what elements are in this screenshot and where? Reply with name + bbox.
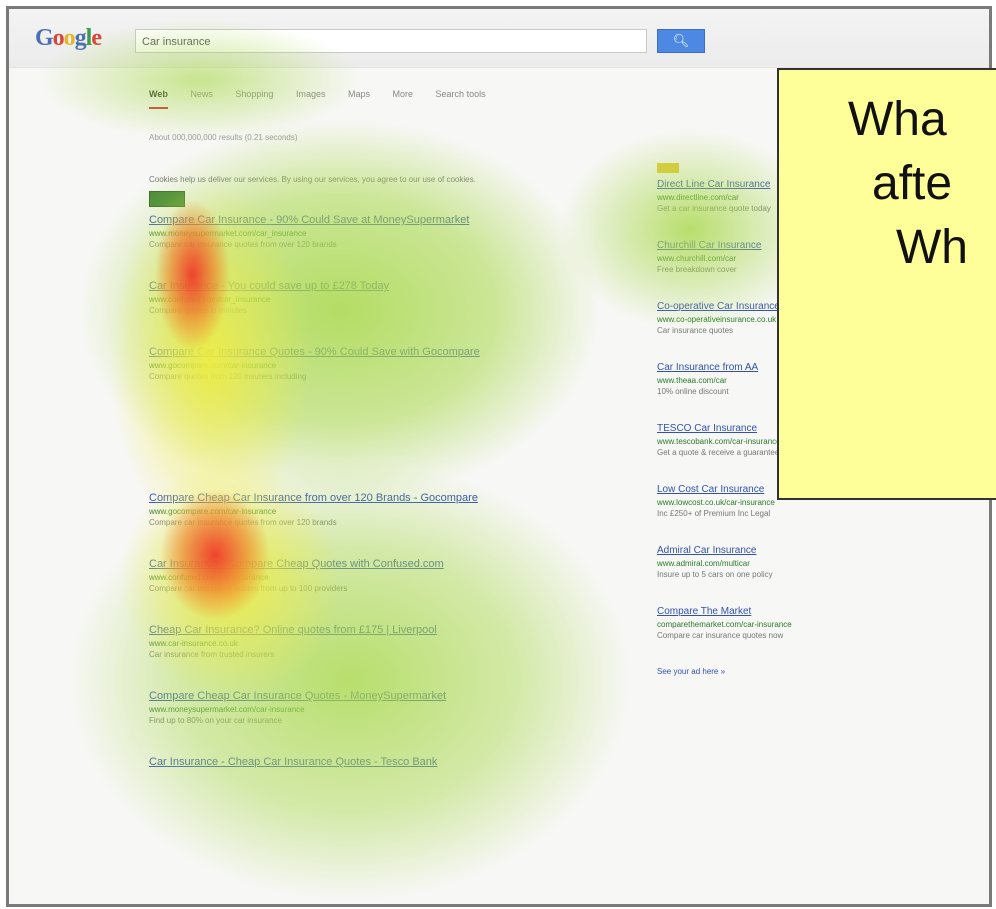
- magnifier-icon: 🔍︎: [672, 33, 690, 48]
- result-snippet: Car insurance from trusted insurers: [149, 650, 275, 659]
- result-title-link[interactable]: Car Insurance - Compare Cheap Quotes wit…: [149, 558, 599, 570]
- result-url: www.gocompare.com/car-insurance: [149, 507, 277, 516]
- callout-line: Wh: [896, 221, 968, 274]
- search-input[interactable]: Car insurance: [135, 29, 647, 53]
- result-snippet: Compare car insurance quotes from over 1…: [149, 518, 337, 527]
- result-snippet: Compare car insurance quotes from up to …: [149, 584, 348, 593]
- result-url: www.gocompare.com/car-insurance: [149, 361, 277, 370]
- logo-letter: e: [91, 25, 102, 51]
- tab-images[interactable]: Images: [296, 89, 326, 99]
- result-item: Car Insurance - Cheap Car Insurance Quot…: [149, 756, 599, 768]
- ad-item: Compare The Market comparethemarket.com/…: [657, 606, 857, 641]
- result-title-link[interactable]: Compare Car Insurance - 90% Could Save a…: [149, 214, 599, 226]
- result-item: Car Insurance - You could save up to £27…: [149, 280, 599, 316]
- logo-letter: g: [74, 25, 87, 51]
- ads-badge: [657, 163, 679, 173]
- result-item: Compare Cheap Car Insurance from over 12…: [149, 492, 599, 528]
- result-url: www.confused.com/car_insurance: [149, 295, 271, 304]
- ad-title-link[interactable]: Compare The Market: [657, 606, 857, 617]
- result-item: Car Insurance - Compare Cheap Quotes wit…: [149, 558, 599, 594]
- result-stats: About 000,000,000 results (0.21 seconds): [149, 133, 298, 142]
- more-ads-link[interactable]: See your ad here »: [657, 667, 857, 676]
- result-title-link[interactable]: Compare Cheap Car Insurance from over 12…: [149, 492, 599, 504]
- ad-snippet: Compare car insurance quotes now: [657, 631, 784, 640]
- result-item: Compare Car Insurance Quotes - 90% Could…: [149, 346, 599, 382]
- result-title-link[interactable]: Compare Cheap Car Insurance Quotes - Mon…: [149, 690, 599, 702]
- cookie-notice: Cookies help us deliver our services. By…: [149, 175, 476, 184]
- result-snippet: Compare quotes from 120 insurers includi…: [149, 372, 307, 381]
- tab-shopping[interactable]: Shopping: [235, 89, 273, 99]
- result-snippet: Compare quotes in minutes: [149, 306, 247, 315]
- search-tabs: Web News Shopping Images Maps More Searc…: [149, 89, 506, 109]
- callout-line: Wha: [848, 93, 947, 146]
- google-logo[interactable]: Google: [35, 25, 102, 52]
- result-snippet: Compare car insurance quotes from over 1…: [149, 240, 337, 249]
- result-url: www.moneysupermarket.com/car-insurance: [149, 705, 305, 714]
- result-item: Compare Cheap Car Insurance Quotes - Mon…: [149, 690, 599, 726]
- ad-item: Admiral Car Insurance www.admiral.com/mu…: [657, 545, 857, 580]
- result-url: www.confused.com/car-insurance: [149, 573, 269, 582]
- callout-line: afte: [872, 157, 953, 210]
- search-button[interactable]: 🔍︎: [657, 29, 705, 53]
- cookie-ok-button[interactable]: [149, 191, 185, 207]
- organic-results: Compare Car Insurance - 90% Could Save a…: [149, 214, 599, 798]
- result-title-link[interactable]: Cheap Car Insurance? Online quotes from …: [149, 624, 599, 636]
- callout-text: Wha afte Wh: [848, 88, 996, 280]
- logo-letter: o: [63, 25, 76, 51]
- ad-url: comparethemarket.com/car-insurance: [657, 620, 792, 629]
- logo-letter: o: [52, 25, 65, 51]
- ad-title-link[interactable]: Admiral Car Insurance: [657, 545, 857, 556]
- ad-snippet: Insure up to 5 cars on one policy: [657, 570, 773, 579]
- google-top-bar: Google Car insurance 🔍︎: [9, 9, 989, 68]
- logo-letter: G: [35, 25, 54, 51]
- tab-maps[interactable]: Maps: [348, 89, 370, 99]
- result-url: www.moneysupermarket.com/car_insurance: [149, 229, 307, 238]
- ad-url: www.admiral.com/multicar: [657, 559, 750, 568]
- tab-search-tools[interactable]: Search tools: [436, 89, 486, 99]
- ad-snippet: Inc £250+ of Premium Inc Legal: [657, 509, 771, 518]
- result-url: www.car-insurance.co.uk: [149, 639, 238, 648]
- tab-more[interactable]: More: [393, 89, 414, 99]
- result-snippet: Find up to 80% on your car insurance: [149, 716, 282, 725]
- tab-news[interactable]: News: [190, 89, 213, 99]
- tab-web[interactable]: Web: [149, 89, 168, 109]
- result-title-link[interactable]: Compare Car Insurance Quotes - 90% Could…: [149, 346, 599, 358]
- result-title-link[interactable]: Car Insurance - You could save up to £27…: [149, 280, 599, 292]
- result-item: Cheap Car Insurance? Online quotes from …: [149, 624, 599, 660]
- result-title-link[interactable]: Car Insurance - Cheap Car Insurance Quot…: [149, 756, 599, 768]
- result-item: Compare Car Insurance - 90% Could Save a…: [149, 214, 599, 250]
